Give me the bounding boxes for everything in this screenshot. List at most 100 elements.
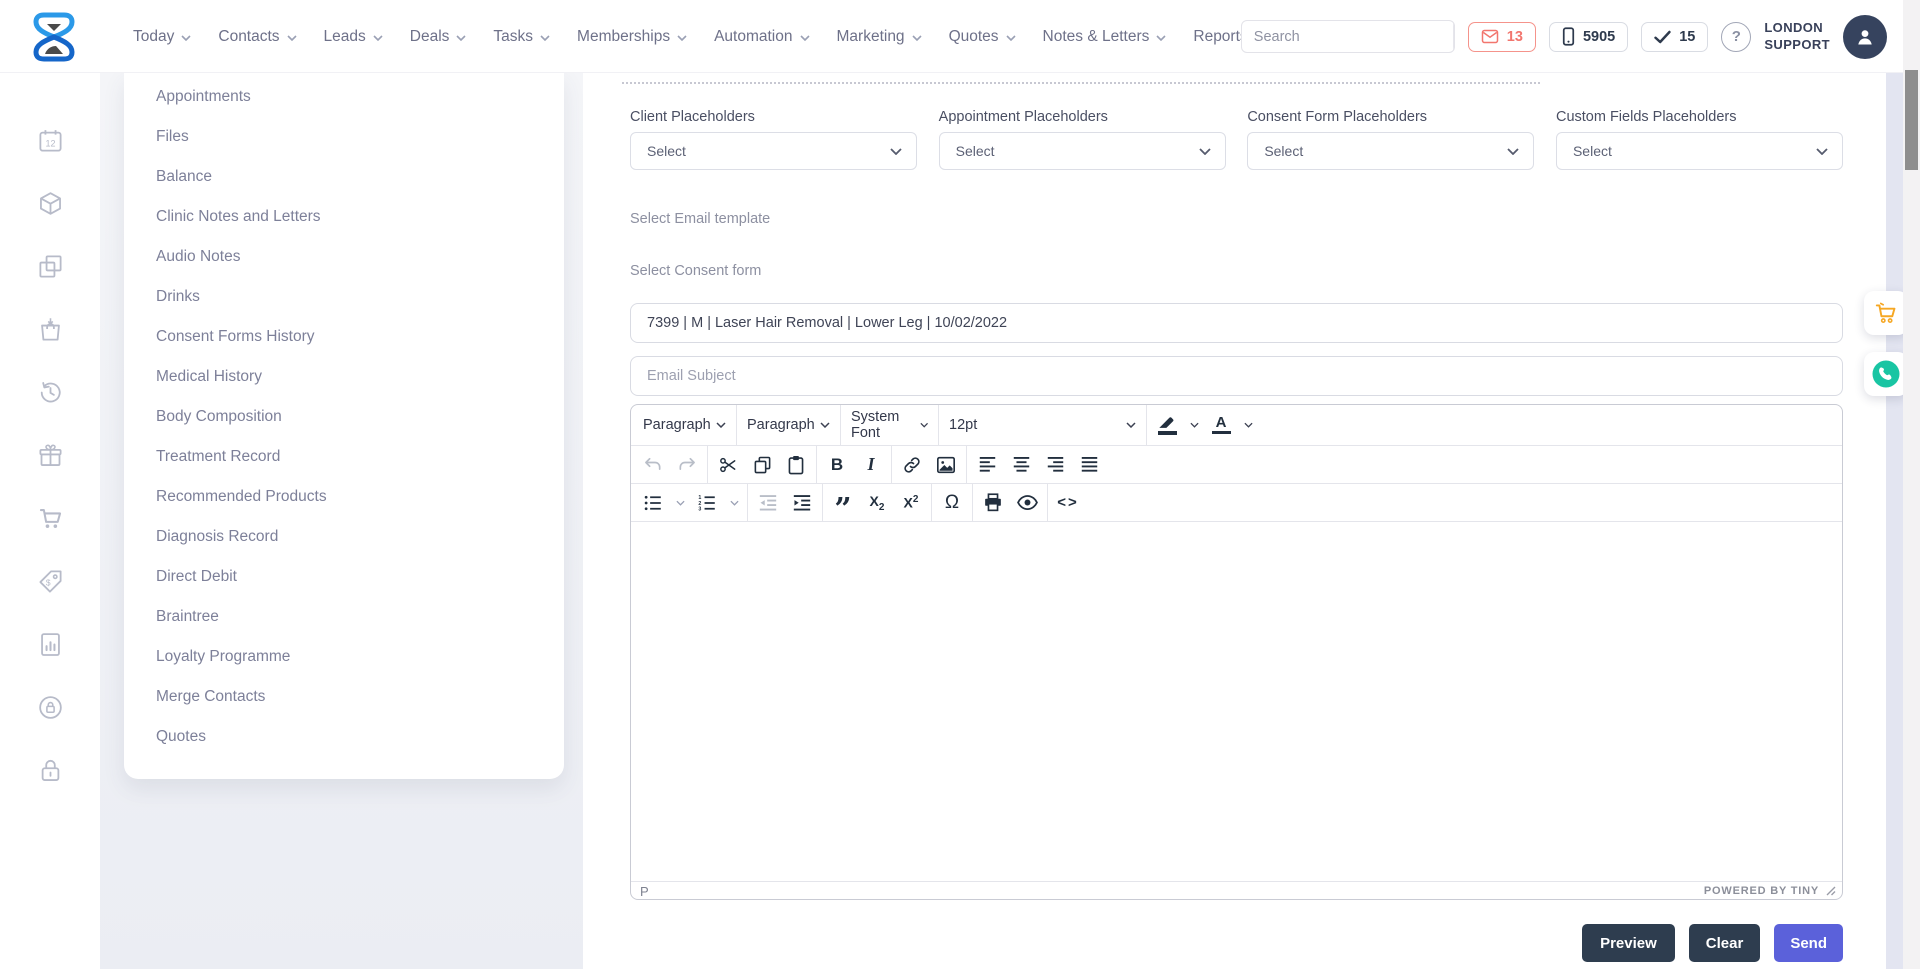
align-center-button[interactable] [1004,446,1038,483]
source-code-button[interactable]: <> [1051,484,1085,521]
menu-item-body-composition[interactable]: Body Composition [124,397,564,437]
calendar-icon[interactable]: 12 [37,127,64,154]
menu-item-balance[interactable]: Balance [124,157,564,197]
account-lock-icon[interactable] [37,694,64,721]
align-left-button[interactable] [970,446,1004,483]
menu-item-files[interactable]: Files [124,117,564,157]
clear-button[interactable]: Clear [1689,924,1761,962]
custom-fields-placeholders-select[interactable]: Select [1556,132,1843,170]
bullet-list-menu-button[interactable] [670,484,690,521]
menu-item-audio-notes[interactable]: Audio Notes [124,237,564,277]
client-placeholders-select[interactable]: Select [630,132,917,170]
cut-button[interactable] [711,446,745,483]
menu-item-loyalty-programme[interactable]: Loyalty Programme [124,637,564,677]
undo-button[interactable] [636,446,670,483]
appointment-placeholders-select[interactable]: Select [939,132,1226,170]
search-button[interactable] [1453,21,1455,52]
cart-widget-button[interactable] [1864,291,1908,335]
resize-handle-icon[interactable] [1826,886,1836,896]
duplicate-icon[interactable] [37,253,64,280]
menu-item-drinks[interactable]: Drinks [124,277,564,317]
select-email-template[interactable]: Select Email template [630,198,1843,240]
editor-content-area[interactable] [631,522,1842,881]
menu-item-appointments[interactable]: Appointments [124,77,564,117]
bullet-list-button[interactable] [636,484,670,521]
app-logo-hourglass-icon[interactable] [28,10,80,62]
paragraph-format-dropdown[interactable]: Paragraph [737,405,840,445]
italic-button[interactable]: I [854,446,888,483]
insert-image-button[interactable] [929,446,963,483]
superscript-button[interactable]: X2 [894,484,928,521]
menu-item-treatment-record[interactable]: Treatment Record [124,437,564,477]
preview-button[interactable]: Preview [1582,924,1675,962]
nav-deals[interactable]: Deals [410,28,467,46]
text-color-menu-button[interactable] [1238,405,1258,445]
indent-button[interactable] [785,484,819,521]
shopping-bag-icon[interactable] [37,316,64,343]
select-consent-form[interactable]: Select Consent form [630,250,1843,292]
font-size-dropdown[interactable]: 12pt [939,405,1146,445]
menu-item-direct-debit[interactable]: Direct Debit [124,557,564,597]
copy-button[interactable] [745,446,779,483]
subject-input-filled[interactable] [630,303,1843,343]
gift-icon[interactable] [37,442,64,469]
email-subject-input[interactable] [630,356,1843,396]
nav-marketing[interactable]: Marketing [837,28,922,46]
highlight-color-menu-button[interactable] [1184,405,1204,445]
redo-button[interactable] [670,446,704,483]
phone-widget-button[interactable] [1864,352,1908,396]
consent-form-placeholders-select[interactable]: Select [1247,132,1534,170]
justify-button[interactable] [1072,446,1106,483]
menu-item-medical-history[interactable]: Medical History [124,357,564,397]
menu-item-braintree[interactable]: Braintree [124,597,564,637]
nav-memberships[interactable]: Memberships [577,28,687,46]
nav-tasks[interactable]: Tasks [493,28,550,46]
vertical-scrollbar[interactable] [1903,0,1920,969]
numbered-list-menu-button[interactable] [724,484,744,521]
nav-notes-letters[interactable]: Notes & Letters [1043,28,1167,46]
outdent-button[interactable] [751,484,785,521]
price-tag-icon[interactable]: $ [37,568,64,595]
subscript-button[interactable]: X2 [860,484,894,521]
nav-leads[interactable]: Leads [324,28,383,46]
align-right-button[interactable] [1038,446,1072,483]
menu-item-clinic-notes[interactable]: Clinic Notes and Letters [124,197,564,237]
menu-item-diagnosis-record[interactable]: Diagnosis Record [124,517,564,557]
report-document-icon[interactable] [37,631,64,658]
mail-badge[interactable]: 13 [1468,22,1536,52]
menu-item-recommended-products[interactable]: Recommended Products [124,477,564,517]
send-button[interactable]: Send [1774,924,1843,962]
print-button[interactable] [976,484,1010,521]
insert-link-button[interactable] [895,446,929,483]
nav-today[interactable]: Today [133,28,191,46]
avatar[interactable] [1843,15,1887,59]
menu-item-consent-forms-history[interactable]: Consent Forms History [124,317,564,357]
lock-icon[interactable] [37,757,64,784]
cart-icon[interactable] [37,505,64,532]
sms-badge[interactable]: 5905 [1549,22,1628,52]
icon-rail: 12 $ [0,73,100,969]
font-family-dropdown[interactable]: System Font [841,405,938,445]
history-icon[interactable] [37,379,64,406]
numbered-list-button[interactable]: 123 [690,484,724,521]
nav-contacts[interactable]: Contacts [218,28,296,46]
special-character-button[interactable]: Ω [935,484,969,521]
bold-button[interactable]: B [820,446,854,483]
menu-item-quotes[interactable]: Quotes [124,717,564,757]
scrollbar-thumb[interactable] [1905,70,1918,170]
nav-quotes[interactable]: Quotes [949,28,1016,46]
help-button[interactable]: ? [1721,22,1751,52]
preview-toggle-button[interactable] [1010,484,1044,521]
paste-button[interactable] [779,446,813,483]
text-color-button[interactable]: A [1204,405,1238,445]
menu-item-merge-contacts[interactable]: Merge Contacts [124,677,564,717]
package-icon[interactable] [37,190,64,217]
nav-automation[interactable]: Automation [714,28,809,46]
search-input[interactable] [1242,29,1453,45]
color-tools-group: A [1147,405,1261,445]
highlight-color-button[interactable] [1150,405,1184,445]
blockquote-button[interactable]: ” [826,484,860,521]
tasks-badge[interactable]: 15 [1641,22,1708,52]
tiny-branding-link[interactable]: POWERED BY TINY [1704,885,1819,897]
block-format-dropdown[interactable]: Paragraph [633,405,736,445]
